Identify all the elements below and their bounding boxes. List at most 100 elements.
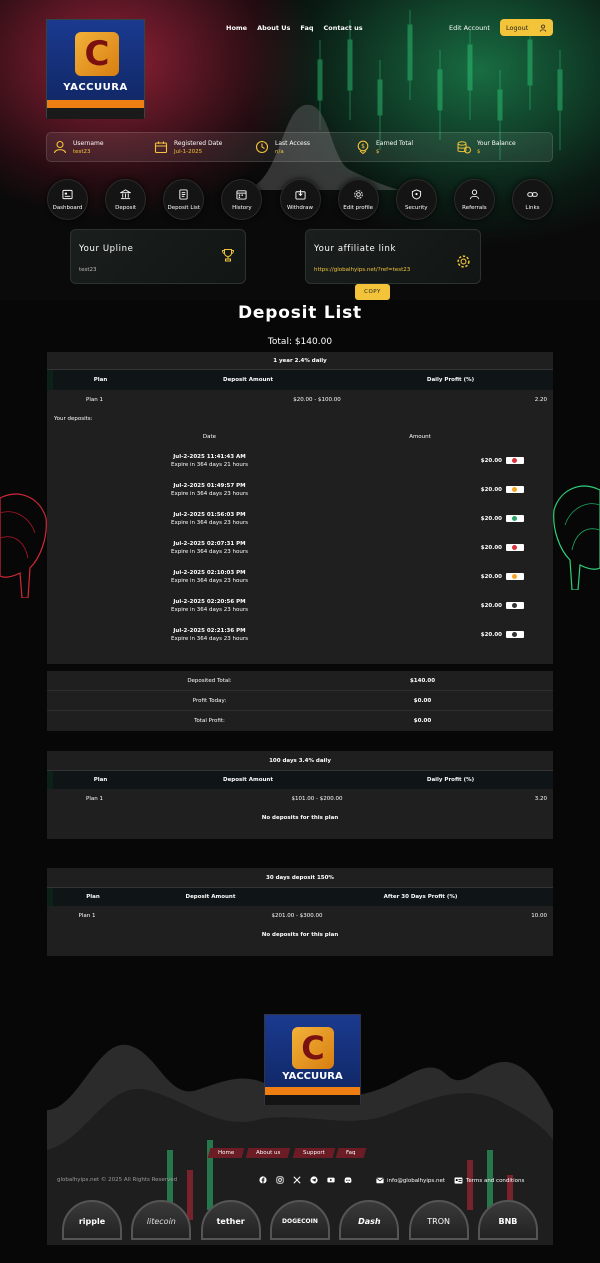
mail-icon [376, 1177, 384, 1184]
menu-edit-profile[interactable]: Edit profile [337, 179, 379, 220]
menu-label: History [232, 204, 252, 211]
payment-method-icon [506, 486, 524, 493]
copy-link-button[interactable]: COPY [355, 284, 390, 300]
deposit-amount: $20.00 [480, 573, 502, 580]
terms-link[interactable]: Terms and conditions [454, 1177, 524, 1184]
info-value: $ [376, 148, 380, 155]
deposits-header: Date Amount [47, 428, 553, 446]
deposit-expiry: Expire in 364 days 23 hours [171, 519, 248, 526]
summary-value: $0.00 [413, 697, 432, 704]
logo-base [265, 1095, 360, 1105]
menu-label: Links [525, 204, 540, 211]
trophy-icon [222, 249, 234, 262]
plan-name-cell: Plan 1 [86, 397, 103, 403]
deposit-date: Jul-2-2025 01:56:03 PM [173, 511, 246, 518]
logo-text: YACCUURA [63, 82, 128, 93]
plan-name-cell: Plan 1 [86, 796, 103, 802]
footer-email-text: info@globalhyips.net [387, 1177, 445, 1184]
deposit-row: Jul-2-2025 02:21:36 PM Expire in 364 days… [47, 620, 553, 649]
deposit-row: Jul-2-2025 01:56:03 PM Expire in 364 days… [47, 504, 553, 533]
menu-dashboard[interactable]: Dashboard [47, 179, 88, 220]
logo-mark: C [75, 32, 119, 76]
plan-name-cell: Plan 1 [78, 913, 96, 919]
footer-nav-about-us[interactable]: About us [245, 1148, 291, 1158]
terms-text: Terms and conditions [466, 1177, 525, 1184]
footer-nav-support[interactable]: Support [292, 1148, 335, 1158]
discord-icon[interactable] [344, 1176, 352, 1184]
menu-label: Deposit List [167, 204, 200, 211]
payment-method-icon [506, 573, 524, 580]
footer-logo[interactable]: C YACCUURA [264, 1014, 361, 1105]
menu-referrals[interactable]: Referrals [453, 179, 495, 220]
menu-history[interactable]: History [221, 179, 263, 220]
footer-email[interactable]: info@globalhyips.net [376, 1177, 445, 1184]
menu-deposit-list[interactable]: Deposit List [163, 179, 205, 220]
deposit-date: Jul-2-2025 01:49:57 PM [173, 482, 246, 489]
account-info-bar: Username test23 Registered Date Jul-1-2025… [46, 132, 553, 162]
calendar-icon [154, 141, 168, 154]
logo-mark: C [292, 1027, 334, 1069]
deposit-amount: $20.00 [480, 486, 502, 493]
bull-illustration [553, 485, 600, 590]
youtube-icon[interactable] [327, 1176, 335, 1184]
menu-security[interactable]: Security [395, 179, 437, 220]
plan-name: 100 days 3.4% daily [47, 751, 553, 771]
plan-amount-cell: $101.00 - $200.00 [291, 796, 343, 802]
gear-icon [353, 189, 363, 199]
plan-row: Plan 1 $101.00 - $200.00 3.20 [47, 789, 553, 809]
info-earned-total: $ Earned Total $ [350, 133, 451, 161]
footer-nav-home[interactable]: Home [207, 1148, 245, 1158]
your-deposits-label: Your deposits: [54, 416, 93, 422]
edit-account-link[interactable]: Edit Account [449, 24, 490, 32]
deposit-date: Jul-2-2025 02:21:36 PM [173, 627, 246, 634]
plan-name: 1 year 2.4% daily [47, 352, 553, 370]
menu-label: Security [404, 204, 428, 211]
user-icon [539, 24, 547, 32]
menu-withdraw[interactable]: Withdraw [279, 179, 321, 220]
site-logo[interactable]: C YACCUURA [46, 19, 145, 119]
telegram-icon[interactable] [310, 1176, 318, 1184]
col-date: Date [202, 434, 217, 440]
menu-deposit[interactable]: Deposit [105, 179, 147, 220]
logout-button[interactable]: Logout [500, 19, 553, 36]
plan-amount-cell: $201.00 - $300.00 [271, 913, 323, 919]
x-twitter-icon[interactable] [293, 1176, 301, 1184]
menu-links[interactable]: Links [512, 179, 553, 220]
footer-nav-faq[interactable]: Faq [336, 1148, 367, 1158]
plan-table-header: Plan Deposit Amount Daily Profit (%) [47, 370, 553, 390]
deposit-row: Jul-2-2025 11:41:43 AM Expire in 364 days… [47, 446, 553, 475]
footer-nav: Home About us Support Faq [207, 1148, 367, 1158]
nav-home[interactable]: Home [226, 24, 247, 32]
summary-label: Profit Today: [192, 697, 227, 704]
col-amount: Amount [409, 434, 431, 440]
nav-faq[interactable]: Faq [300, 24, 313, 32]
info-registered-date: Registered Date Jul-1-2025 [148, 133, 249, 161]
nav-about-us[interactable]: About Us [257, 24, 290, 32]
deposit-expiry: Expire in 364 days 23 hours [171, 490, 248, 497]
footer-nav-label: Support [302, 1150, 325, 1156]
deposit-date-cell: Jul-2-2025 01:56:03 PM Expire in 364 days… [47, 512, 372, 526]
info-label: Registered Date [174, 139, 223, 147]
nav-contact-us[interactable]: Contact us [324, 24, 363, 32]
deposit-row: Jul-2-2025 02:07:31 PM Expire in 364 days… [47, 533, 553, 562]
deposit-date-cell: Jul-2-2025 02:21:36 PM Expire in 364 days… [47, 628, 372, 642]
summary-value: $140.00 [409, 677, 436, 684]
deposit-date: Jul-2-2025 02:20:56 PM [173, 598, 246, 605]
deposit-row: Jul-2-2025 02:10:03 PM Expire in 364 days… [47, 562, 553, 591]
tether-badge: tether [200, 1200, 261, 1240]
menu-label: Referrals [462, 204, 487, 211]
deposit-date: Jul-2-2025 11:41:43 AM [173, 453, 246, 460]
affiliate-link[interactable]: https://globalhyips.net/?ref=test23 [314, 267, 410, 273]
menu-label: Edit profile [343, 204, 374, 211]
logo-text: YACCUURA [282, 1071, 343, 1082]
plan-panel-3: 30 days deposit 150% Plan Deposit Amount… [47, 868, 553, 956]
plan-panel-2: 100 days 3.4% daily Plan Deposit Amount … [47, 751, 553, 839]
tron-badge: TRON [408, 1200, 469, 1240]
facebook-icon[interactable] [259, 1176, 267, 1184]
id-card-icon [454, 1177, 463, 1184]
instagram-icon[interactable] [276, 1176, 284, 1184]
summary-row: Deposited Total: $140.00 [47, 671, 553, 691]
col-daily-profit: Daily Profit (%) [426, 377, 475, 383]
info-label: Your Balance [477, 139, 516, 147]
payment-method-icon [506, 544, 524, 551]
